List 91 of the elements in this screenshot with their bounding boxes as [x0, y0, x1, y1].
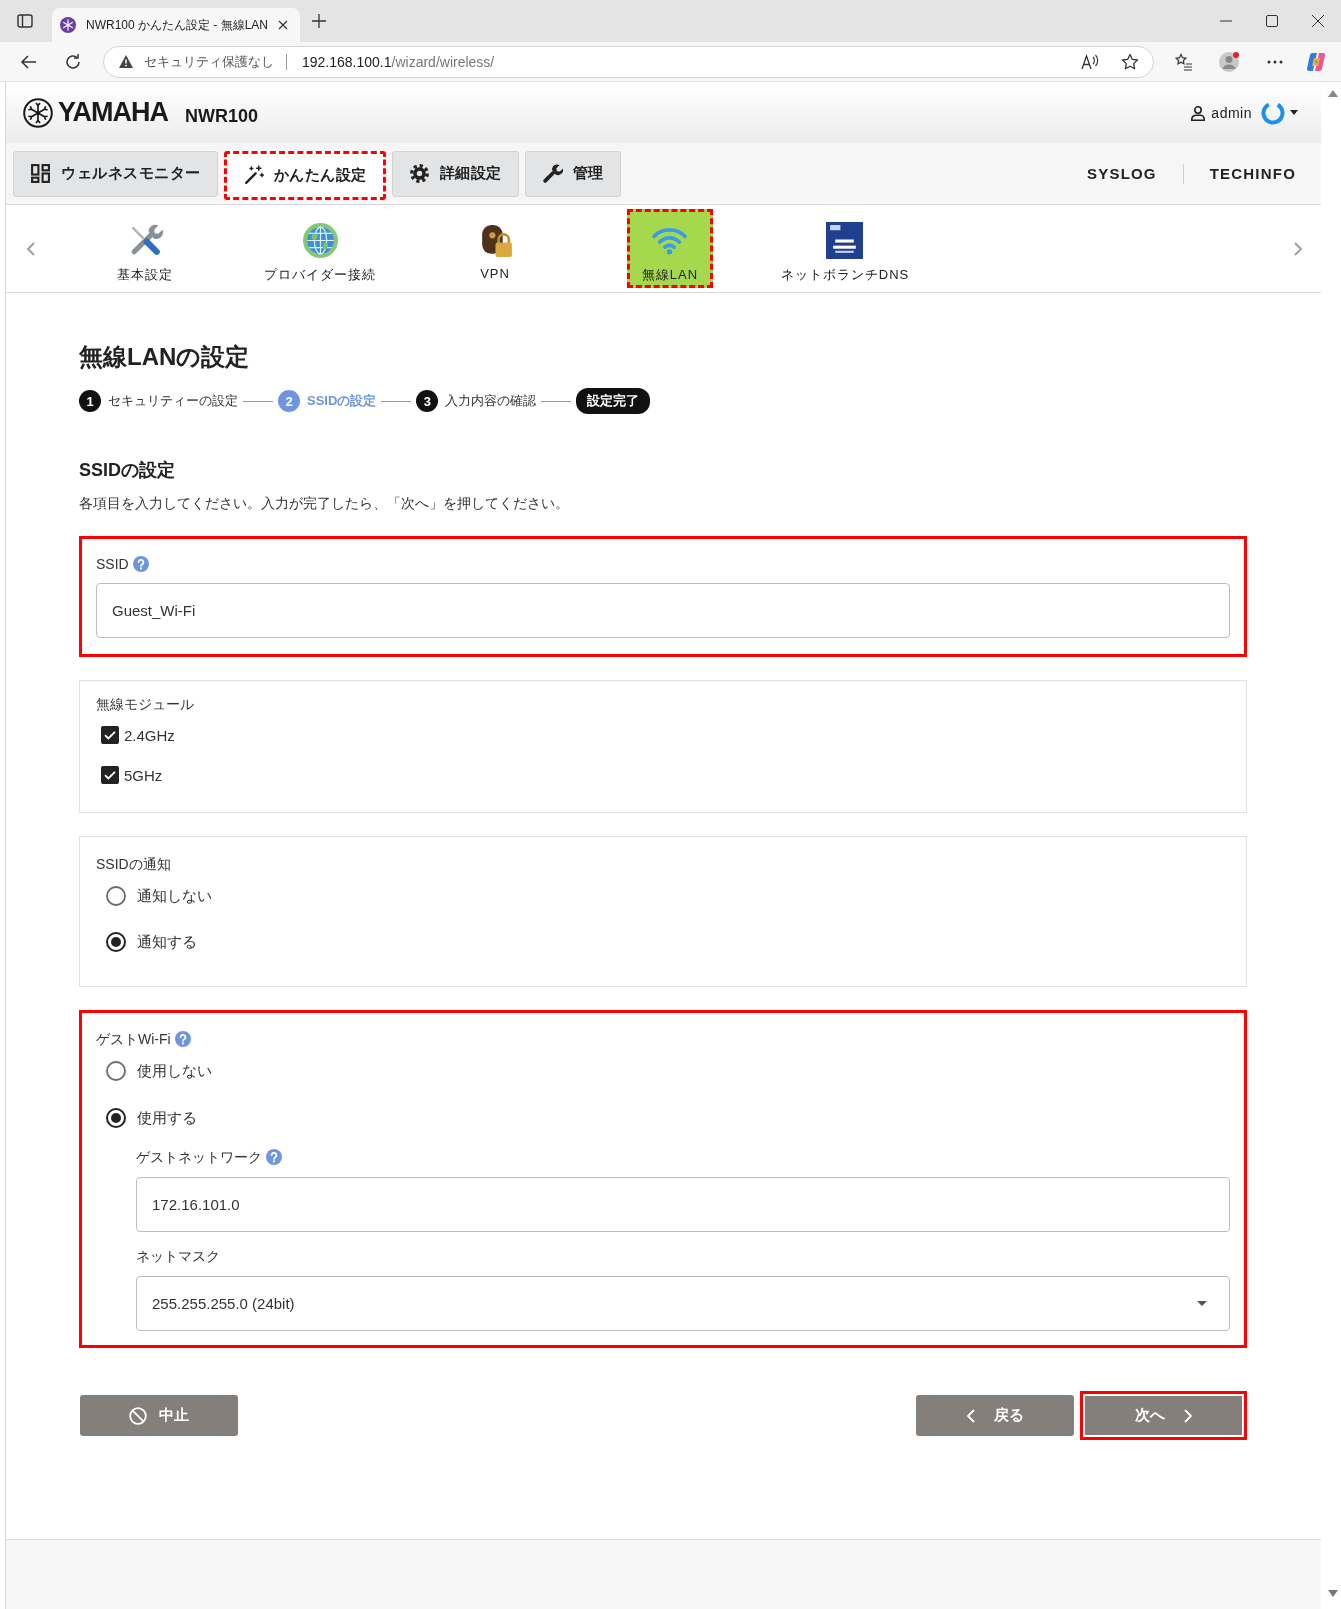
sidebar-toggle-icon[interactable] [17, 13, 33, 29]
help-icon[interactable] [266, 1149, 282, 1165]
favorite-star-icon[interactable] [1121, 52, 1139, 71]
refresh-icon[interactable] [64, 52, 82, 71]
back-arrow-icon[interactable] [20, 52, 38, 71]
close-icon[interactable] [1312, 15, 1324, 27]
step-pill: 設定完了 [576, 388, 651, 414]
warning-icon [119, 55, 133, 68]
dashboard-icon [30, 163, 51, 184]
wrench-icon [541, 163, 563, 184]
maximize-icon[interactable] [1266, 15, 1278, 27]
step-number: 1 [79, 390, 101, 412]
chevron-right-icon[interactable] [1293, 240, 1303, 257]
security-status[interactable]: セキュリティ保護なし [144, 52, 274, 71]
checkbox[interactable] [101, 726, 119, 744]
document-tile-icon [826, 222, 864, 259]
model-name: NWR100 [185, 106, 259, 127]
step-connector [541, 400, 572, 402]
scroll-down-arrow-icon[interactable] [1328, 1590, 1338, 1597]
text-field[interactable]: Guest_Wi-Fi [96, 583, 1230, 638]
brand-logo-text: YAMAHA [58, 97, 168, 128]
radio-label: 通知する [137, 932, 197, 952]
nav-tab[interactable]: 詳細設定 [391, 150, 519, 197]
ring-icon [1261, 100, 1285, 125]
chevron-left-icon [966, 1407, 976, 1424]
field-label: SSID [96, 555, 129, 574]
prohibited-icon [129, 1406, 147, 1425]
close-tab-icon[interactable] [278, 20, 289, 30]
more-icon[interactable] [1267, 59, 1283, 64]
subnav-item[interactable]: 無線LAN [626, 209, 714, 288]
user-name[interactable]: admin [1211, 104, 1252, 121]
field-label: ゲストネットワーク [136, 1148, 262, 1167]
scroll-up-arrow-icon[interactable] [1328, 90, 1338, 97]
help-icon[interactable] [174, 1031, 191, 1047]
browser-tab[interactable]: NWR100 かんたん設定 - 無線LAN [52, 8, 301, 42]
nav-tab[interactable]: ウェルネスモニター [13, 150, 218, 197]
nav-link[interactable]: TECHINFO [1209, 165, 1296, 182]
fork-emblem-icon [23, 97, 53, 128]
person-icon [1190, 104, 1207, 121]
chevron-right-icon [1182, 1407, 1193, 1424]
new-tab-icon[interactable] [312, 14, 327, 28]
step-number: 2 [278, 390, 300, 412]
radio-button[interactable] [106, 886, 126, 906]
page-title: 無線LANの設定 [79, 342, 251, 372]
radio-label: 使用する [137, 1108, 197, 1128]
step-label: SSIDの設定 [307, 392, 377, 410]
checkbox[interactable] [101, 766, 119, 784]
step-connector [243, 400, 273, 402]
field-label: 無線モジュール [96, 695, 194, 714]
cancel-button[interactable]: 中止 [80, 1395, 238, 1436]
next-button[interactable]: 次へ [1080, 1391, 1247, 1440]
text-field[interactable]: 172.16.101.0 [136, 1177, 1230, 1232]
magic-wand-icon [242, 164, 264, 186]
nav-tab[interactable]: かんたん設定 [223, 150, 386, 200]
radio-button[interactable] [106, 932, 126, 952]
instruction-text: 各項目を入力してください。入力が完了したら、「次へ」を押してください。 [79, 494, 570, 513]
url-text: 192.168.100.1/wizard/wireless/ [302, 53, 495, 70]
field-label: ゲストWi-Fi [96, 1030, 171, 1049]
emblem-favicon-icon [60, 17, 76, 33]
address-bar[interactable]: セキュリティ保護なし 192.168.100.1/wizard/wireless/ [103, 45, 1154, 78]
gear-icon [408, 163, 430, 184]
back-button[interactable]: 戻る [916, 1395, 1074, 1436]
field-label: SSIDの通知 [96, 855, 171, 874]
copilot-icon[interactable] [1306, 51, 1326, 72]
subnav-item[interactable]: プロバイダー接続 [249, 209, 391, 288]
step-label: セキュリティーの設定 [108, 392, 238, 410]
favorites-list-icon[interactable] [1175, 52, 1193, 71]
nav-link[interactable]: SYSLOG [1087, 165, 1157, 182]
subnav-item[interactable]: 基本設定 [102, 209, 188, 288]
section-heading: SSIDの設定 [79, 459, 176, 482]
field-label: ネットマスク [136, 1247, 220, 1266]
radio-button[interactable] [106, 1108, 126, 1128]
caret-icon[interactable] [1290, 110, 1298, 115]
dropdown-caret-icon [1197, 1301, 1207, 1306]
step-connector [381, 400, 412, 402]
read-aloud-icon[interactable] [1081, 53, 1099, 70]
radio-label: 使用しない [137, 1061, 212, 1081]
help-icon[interactable] [132, 556, 149, 572]
subnav-item[interactable]: ネットボランチDNS [765, 209, 925, 288]
checkbox-label: 2.4GHz [124, 726, 175, 744]
checkbox-label: 5GHz [124, 766, 163, 784]
subnav-item[interactable]: VPN [461, 209, 529, 288]
radio-button[interactable] [106, 1061, 126, 1081]
radio-label: 通知しない [137, 886, 212, 906]
chevron-left-icon[interactable] [26, 240, 36, 257]
step-number: 3 [416, 390, 439, 412]
dropdown[interactable]: 255.255.255.0 (24bit) [136, 1276, 1230, 1331]
profile-avatar-icon[interactable] [1218, 50, 1240, 73]
nav-tab[interactable]: 管理 [524, 150, 621, 197]
step-label: 入力内容の確認 [445, 392, 537, 410]
globe-icon [301, 222, 339, 259]
